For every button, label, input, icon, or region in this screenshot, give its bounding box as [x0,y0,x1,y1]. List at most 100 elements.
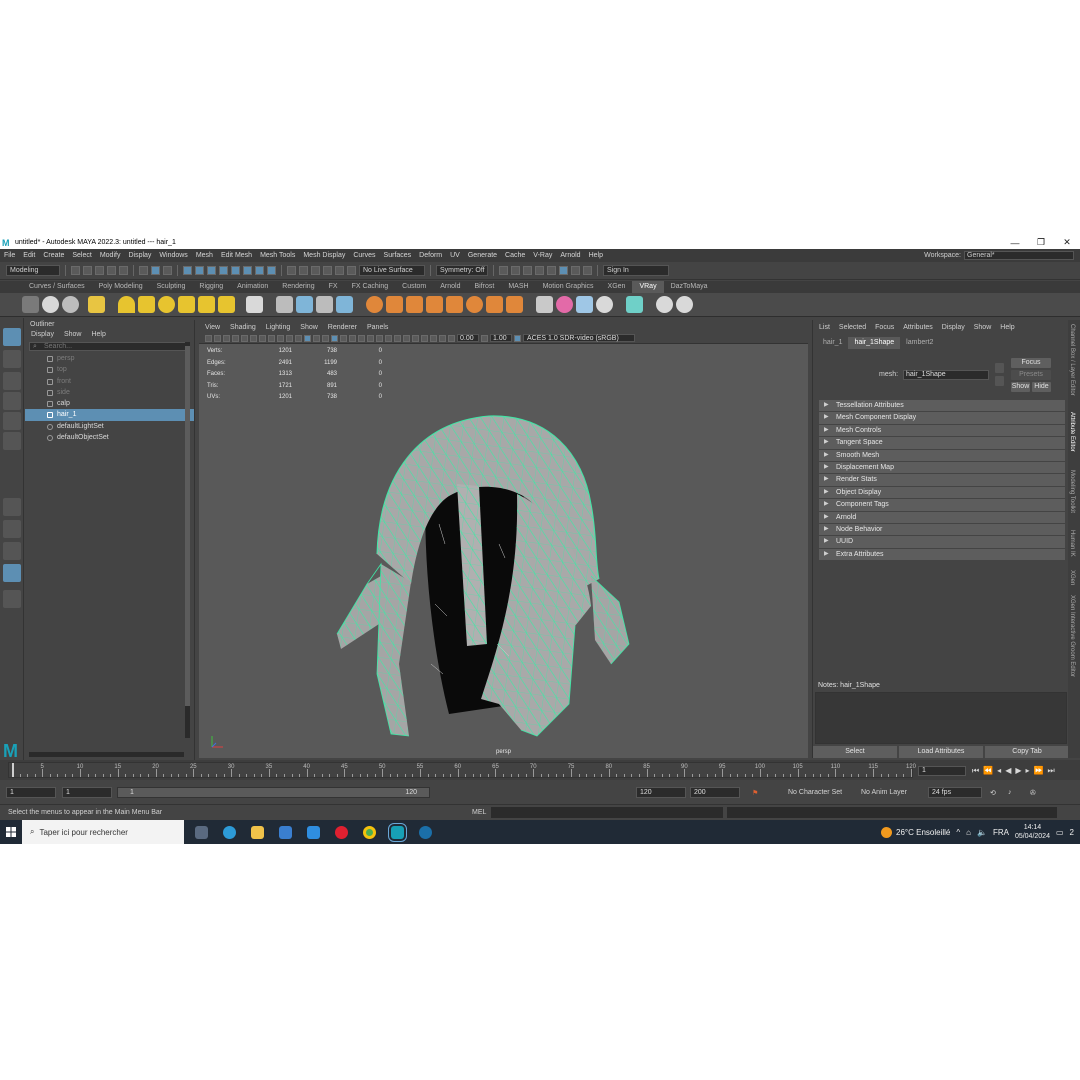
tab-xgen[interactable]: XGen [1069,570,1075,585]
select-object-icon[interactable] [151,266,160,275]
ae-menu-display[interactable]: Display [942,322,965,333]
windows-start-icon[interactable] [0,820,22,844]
render-view-icon[interactable] [559,266,568,275]
perspective-viewport[interactable]: Verts: 1201 738 0 Edges: 2491 1199 0 Faces: 131… [199,344,808,758]
outliner-item-side[interactable]: side [25,387,194,398]
viewport-menu-show[interactable]: Show [300,322,318,333]
file-explorer-icon[interactable] [246,820,268,844]
anim-layer-dropdown[interactable]: No Anim Layer [861,789,907,796]
wireframe-on-shaded-icon[interactable] [340,334,347,342]
ae-menu-help[interactable]: Help [1000,322,1014,333]
section-uuid[interactable]: UUID [819,536,1065,548]
shelf-tab-vray[interactable]: VRay [632,281,664,293]
focus-button[interactable]: Focus [1011,358,1051,368]
menu-vray[interactable]: V-Ray [529,252,556,259]
anim-prefs-icon[interactable]: ✇ [1030,789,1036,797]
render-frame-icon[interactable] [499,266,508,275]
outliner-item-front[interactable]: front [25,376,194,387]
shelf-tab[interactable]: FX Caching [345,281,396,293]
rotate-tool-icon[interactable] [3,412,21,430]
exposure-icon[interactable] [448,334,455,342]
menu-windows[interactable]: Windows [155,252,191,259]
section-tangent-space[interactable]: Tangent Space [819,437,1065,449]
go-to-input-icon[interactable] [995,363,1004,373]
xray-joints-icon[interactable] [430,334,437,342]
hair-mesh[interactable] [199,344,808,758]
shelf-tab[interactable]: Rigging [192,281,230,293]
render-sequence-icon[interactable] [511,266,520,275]
safe-action-icon[interactable] [304,334,311,342]
command-input[interactable] [491,807,723,818]
vray-vfb-icon[interactable] [62,296,79,313]
sign-in-button[interactable]: Sign In [603,265,669,276]
depth-of-field-icon[interactable] [403,334,410,342]
vray-denoiser-icon[interactable] [626,296,643,313]
chevron-up-icon[interactable]: ^ [956,828,960,837]
volume-icon[interactable]: 🔈 [977,828,987,837]
chrome-icon[interactable] [358,820,380,844]
bookmark-icon[interactable] [223,334,230,342]
menu-help[interactable]: Help [585,252,607,259]
taskbar-search-box[interactable]: ⌕ Taper ici pour rechercher [22,820,184,844]
script-language-button[interactable]: MEL [472,809,486,816]
viewport-menu-panels[interactable]: Panels [367,322,388,333]
vray-render-icon[interactable] [22,296,39,313]
vray-multimatte-icon[interactable] [576,296,593,313]
vray-fur-icon[interactable] [316,296,333,313]
open-scene-icon[interactable] [83,266,92,275]
maya-taskbar-icon[interactable] [386,820,408,844]
clock[interactable]: 14:14 05/04/2024 [1015,823,1050,841]
xray-icon[interactable] [421,334,428,342]
sound-icon[interactable]: ♪ [1008,789,1012,796]
gamma-icon[interactable] [481,334,488,342]
menu-edit[interactable]: Edit [19,252,39,259]
pick-mask-icon[interactable] [243,266,252,275]
minimize-button[interactable]: — [1002,238,1028,248]
live-surface-field[interactable]: No Live Surface [359,265,425,276]
menu-file[interactable]: File [0,252,19,259]
outliner-item-calp[interactable]: calp [25,398,194,409]
shelf-tab[interactable]: Sculpting [150,281,193,293]
outliner-menu-help[interactable]: Help [91,329,105,340]
section-node-behavior[interactable]: Node Behavior [819,523,1065,536]
menu-mesh-tools[interactable]: Mesh Tools [256,252,299,259]
vray-settings-icon[interactable] [88,296,105,313]
dome-light-icon[interactable] [118,296,135,313]
search-icon[interactable] [3,590,21,608]
menu-select[interactable]: Select [68,252,95,259]
section-mesh-component-display[interactable]: Mesh Component Display [819,412,1065,424]
vray-ipr-icon[interactable] [42,296,59,313]
tab-hair-1[interactable]: hair_1 [817,337,848,349]
snap-vertex-icon[interactable] [347,266,356,275]
snap-surface-icon[interactable] [335,266,344,275]
outliner-search-input[interactable]: ⌕ Search... [29,342,189,351]
current-frame-field[interactable]: 1 [918,766,966,776]
notifications-icon[interactable]: ▭ [1056,828,1064,837]
hypershade-icon[interactable] [547,266,556,275]
menu-mesh[interactable]: Mesh [192,252,217,259]
exposure-field[interactable]: 0.00 [457,334,479,342]
vray-render-icon[interactable] [571,266,580,275]
scale-tool-icon[interactable] [3,432,21,450]
move-tool-icon[interactable] [3,392,21,410]
range-slider-bar[interactable]: 1 120 [117,787,430,798]
section-mesh-controls[interactable]: Mesh Controls [819,424,1065,437]
steam-icon[interactable] [414,820,436,844]
viewport-menu-view[interactable]: View [205,322,220,333]
select-tool-icon[interactable] [3,328,21,346]
single-perspective-layout-icon[interactable] [3,498,21,516]
loop-icon[interactable]: ⟲ [990,789,996,797]
outliner-horizontal-scrollbar[interactable] [29,752,184,757]
redo-icon[interactable] [119,266,128,275]
vray-scene-icon[interactable] [296,296,313,313]
snap-point-icon[interactable] [311,266,320,275]
scene-start-field[interactable]: 1 [6,787,56,798]
hide-button[interactable]: Hide [1032,382,1051,392]
vray-clipper-icon[interactable] [336,296,353,313]
section-render-stats[interactable]: Render Stats [819,474,1065,486]
store-icon[interactable] [274,820,296,844]
opera-icon[interactable] [330,820,352,844]
snap-view-icon[interactable] [323,266,332,275]
menu-display[interactable]: Display [124,252,155,259]
maximize-button[interactable]: ❐ [1028,237,1054,248]
